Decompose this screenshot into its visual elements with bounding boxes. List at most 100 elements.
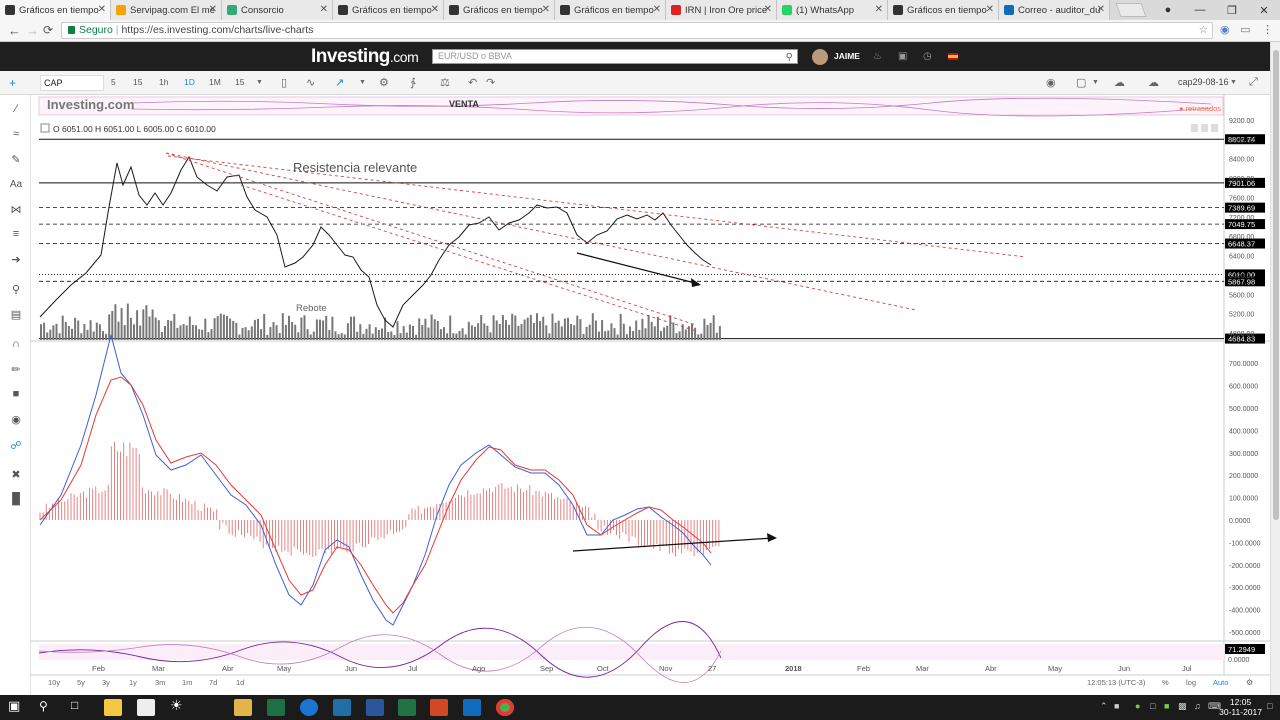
- link-icon[interactable]: ☍: [8, 439, 24, 452]
- notifications-icon[interactable]: □: [1267, 701, 1272, 711]
- page-scrollbar[interactable]: [1270, 42, 1280, 695]
- crosshair-icon[interactable]: +: [9, 76, 16, 90]
- scrollbar-thumb[interactable]: [1273, 50, 1279, 520]
- excel-icon[interactable]: [398, 699, 416, 716]
- portfolio-icon[interactable]: ▣: [898, 51, 907, 62]
- brush-icon[interactable]: ✎: [8, 153, 24, 166]
- windows-start-icon[interactable]: ▣: [8, 698, 26, 715]
- eye-hide-icon[interactable]: ◉: [8, 413, 24, 426]
- range-button[interactable]: 1d: [236, 678, 244, 687]
- browser-tab[interactable]: Gráficos en tiempo ✕: [888, 0, 999, 20]
- timeframe-button[interactable]: 1M: [209, 77, 221, 87]
- range-button[interactable]: 1y: [129, 678, 137, 687]
- redo-icon[interactable]: ↷: [486, 76, 495, 89]
- tray-app-icon[interactable]: ●: [1135, 701, 1140, 711]
- chevron-down-icon[interactable]: ▼: [1230, 79, 1237, 86]
- gear-icon[interactable]: ⚙: [1246, 678, 1253, 687]
- browser-tab[interactable]: IRN | Iron Ore price ✕: [666, 0, 777, 20]
- scale-button[interactable]: %: [1162, 678, 1169, 687]
- tab-close-icon[interactable]: ✕: [320, 4, 328, 15]
- range-button[interactable]: 5y: [77, 678, 85, 687]
- network-icon[interactable]: ▩: [1178, 701, 1187, 712]
- search-icon[interactable]: ⚲: [39, 699, 57, 716]
- system-clock[interactable]: 12:05 30-11-2017: [1219, 697, 1262, 717]
- excel-icon[interactable]: [267, 699, 285, 716]
- site-logo[interactable]: Investing.com: [311, 46, 419, 68]
- symbol-input[interactable]: CAP: [40, 75, 104, 91]
- browser-tab[interactable]: Consorcio ✕: [222, 0, 333, 20]
- tab-close-icon[interactable]: ✕: [653, 4, 661, 15]
- pane-control-icon[interactable]: [1211, 124, 1218, 132]
- spain-flag-icon[interactable]: [948, 53, 958, 60]
- timeframe-button[interactable]: 5: [111, 77, 116, 87]
- chevron-down-icon[interactable]: ▼: [256, 79, 263, 86]
- range-button[interactable]: 3y: [102, 678, 110, 687]
- trash-icon[interactable]: █: [8, 493, 24, 505]
- pane-control-icon[interactable]: [1201, 124, 1208, 132]
- close-window-icon[interactable]: ✕: [1248, 0, 1280, 20]
- timeframe-button[interactable]: 15: [133, 77, 142, 87]
- tray-app-icon[interactable]: ■: [1114, 701, 1119, 711]
- minimize-icon[interactable]: —: [1184, 0, 1216, 20]
- browser-tab[interactable]: Gráficos en tiempo ✕: [0, 0, 111, 20]
- edge-icon[interactable]: [300, 699, 318, 716]
- timeframe-button[interactable]: 15: [235, 77, 244, 87]
- bookmark-star-icon[interactable]: ☆: [1199, 23, 1208, 38]
- indicator-icon[interactable]: ∿: [306, 76, 315, 89]
- pencil-icon[interactable]: ✏: [8, 363, 24, 376]
- fib-retracement-icon[interactable]: ≡: [8, 228, 24, 240]
- scale-button[interactable]: log: [1186, 678, 1196, 687]
- fullscreen-icon[interactable]: ⤢: [1249, 76, 1258, 89]
- browser-tab[interactable]: (1) WhatsApp ✕: [777, 0, 888, 20]
- range-button[interactable]: 7d: [209, 678, 217, 687]
- new-tab-button[interactable]: [1115, 3, 1147, 17]
- clock-icon[interactable]: ◷: [923, 51, 932, 62]
- line-chart-icon[interactable]: ↗: [335, 76, 344, 89]
- layout-name[interactable]: cap29-08-16: [1178, 77, 1229, 87]
- chevron-down-icon[interactable]: ▼: [359, 79, 366, 86]
- range-button[interactable]: 10y: [48, 678, 60, 687]
- reload-icon[interactable]: ⟳: [43, 23, 53, 37]
- volume-icon[interactable]: ♫: [1194, 701, 1201, 711]
- ruler-icon[interactable]: ▤: [8, 308, 24, 321]
- range-button[interactable]: 3m: [155, 678, 165, 687]
- camera-icon[interactable]: ◉: [1046, 76, 1056, 89]
- magnet-icon[interactable]: ∩: [8, 338, 24, 350]
- annotation-rebound[interactable]: Rebote: [296, 303, 327, 314]
- powerpoint-icon[interactable]: [430, 699, 448, 716]
- undo-icon[interactable]: ↶: [468, 76, 477, 89]
- chrome-icon[interactable]: [496, 699, 514, 716]
- layout-icon[interactable]: ▢: [1076, 76, 1086, 89]
- tab-close-icon[interactable]: ✕: [1097, 4, 1105, 15]
- tab-close-icon[interactable]: ✕: [875, 4, 883, 15]
- extension-icon[interactable]: ▭: [1240, 23, 1250, 36]
- cloud-save-icon[interactable]: ☁: [1148, 76, 1159, 89]
- range-button[interactable]: 1m: [182, 678, 192, 687]
- profile-icon[interactable]: ●: [1152, 0, 1184, 20]
- tray-app-icon[interactable]: ■: [1164, 701, 1169, 711]
- url-field[interactable]: Seguro | https://es.investing.com/charts…: [61, 22, 1213, 39]
- lock-tool-icon[interactable]: ■: [8, 388, 24, 400]
- gear-icon[interactable]: ⚙: [379, 76, 389, 89]
- folder-icon[interactable]: [234, 699, 252, 716]
- tab-close-icon[interactable]: ✕: [209, 4, 217, 15]
- outlook-icon[interactable]: [463, 699, 481, 716]
- chart-svg[interactable]: Investing.com VENTA ● retrasados O 6051.…: [31, 95, 1270, 695]
- tray-chevron-icon[interactable]: ⌃: [1100, 701, 1108, 712]
- bell-icon[interactable]: ♨: [873, 51, 882, 62]
- tray-app-icon[interactable]: □: [1150, 701, 1155, 711]
- chart-area[interactable]: Investing.com VENTA ● retrasados O 6051.…: [31, 95, 1270, 695]
- compare-icon[interactable]: ⚖: [440, 76, 450, 89]
- indicators-icon[interactable]: ∱: [410, 76, 416, 89]
- restore-icon[interactable]: ❐: [1216, 0, 1248, 20]
- browser-tab[interactable]: Correo - auditor_du ✕: [999, 0, 1110, 20]
- user-name[interactable]: JAIME: [834, 51, 860, 61]
- browser-tab[interactable]: Gráficos en tiempo ✕: [555, 0, 666, 20]
- extension-icon[interactable]: ◉: [1220, 23, 1230, 36]
- tab-close-icon[interactable]: ✕: [764, 4, 772, 15]
- cloud-load-icon[interactable]: ☁: [1114, 76, 1125, 89]
- trendline-icon[interactable]: ∕: [8, 103, 24, 115]
- browser-tab[interactable]: Servipag.com El me ✕: [111, 0, 222, 20]
- pane-control-icon[interactable]: [1191, 124, 1198, 132]
- arrow-tool-icon[interactable]: ➔: [8, 253, 24, 266]
